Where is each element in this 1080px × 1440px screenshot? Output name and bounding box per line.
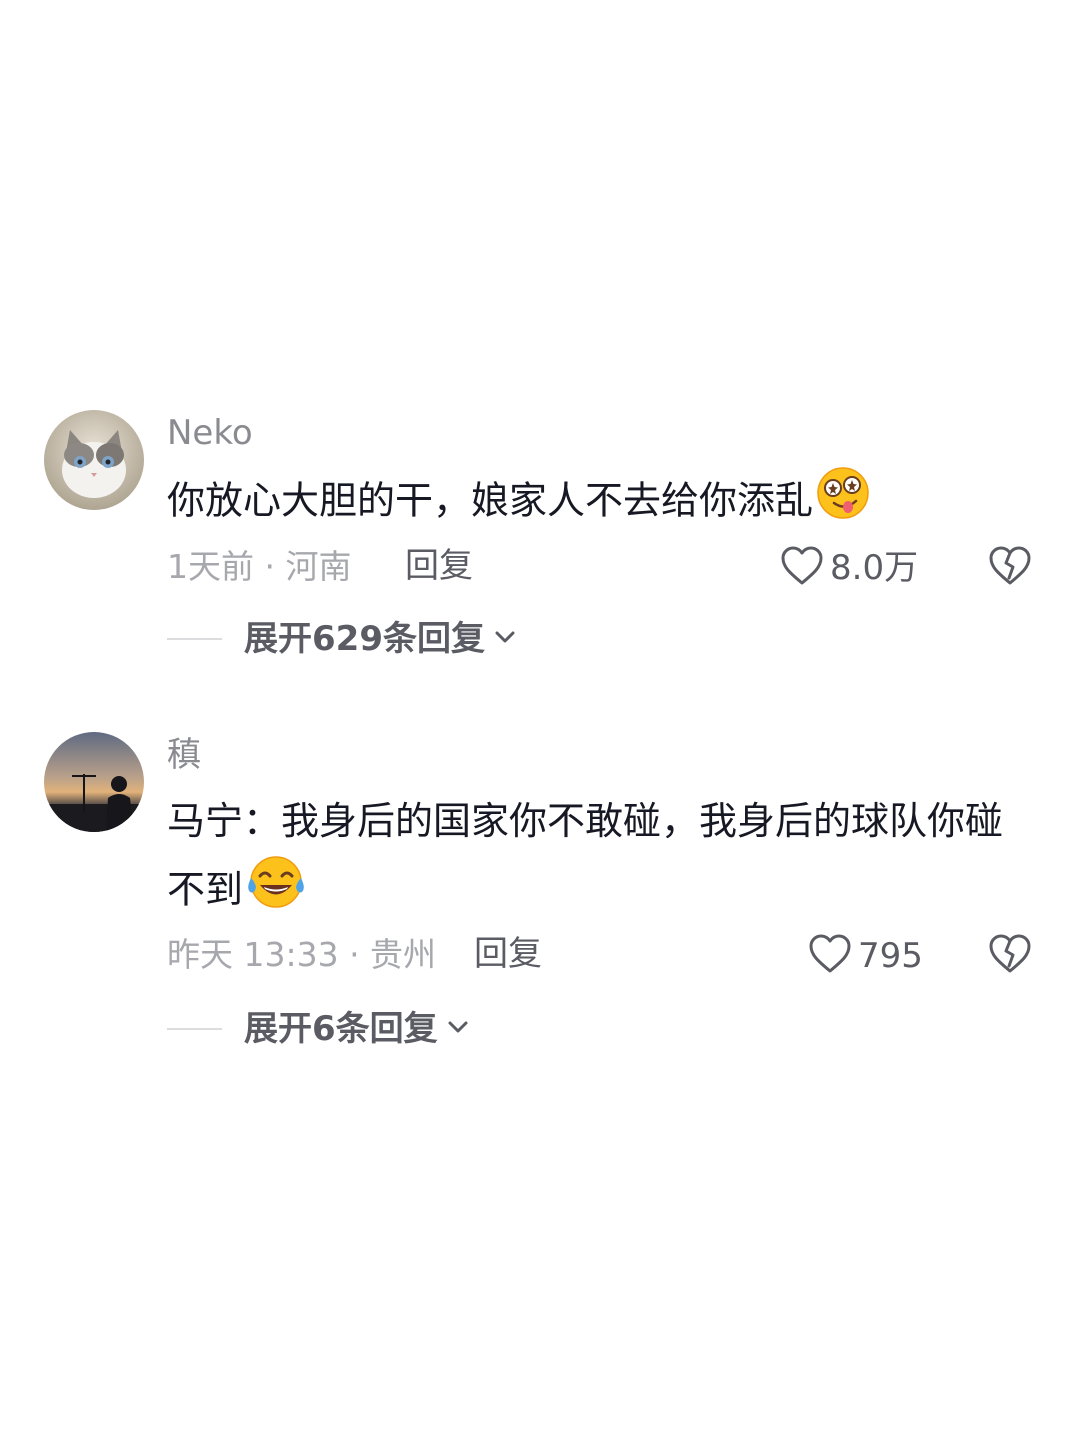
avatar[interactable]: [44, 410, 144, 510]
comment-text-content: 你放心大胆的干，娘家人不去给你添乱: [167, 478, 814, 523]
chevron-down-icon: [446, 1019, 470, 1039]
broken-heart-icon: [988, 546, 1032, 591]
reply-button[interactable]: 回复: [474, 937, 542, 971]
like-button[interactable]: 8.0万: [780, 545, 918, 591]
expand-replies[interactable]: 展开629条回复: [167, 622, 517, 656]
chevron-down-icon: [493, 629, 517, 649]
heart-outline-icon: [808, 933, 852, 979]
drooling-starry-eyed-face-emoji: [815, 465, 871, 541]
expand-replies[interactable]: 展开6条回复: [167, 1012, 470, 1046]
like-count: 795: [858, 936, 923, 976]
broken-heart-icon: [988, 934, 1032, 979]
expand-replies-label: 展开6条回复: [244, 1009, 438, 1049]
heart-outline-icon: [780, 545, 824, 591]
divider: [167, 638, 222, 640]
reply-button[interactable]: 回复: [405, 549, 473, 583]
comment-meta: 昨天 13:33 · 贵州: [167, 935, 437, 974]
username[interactable]: Neko: [167, 416, 253, 450]
divider: [167, 1028, 222, 1030]
comment-text: 马宁：我身后的国家你不敢碰，我身后的球队你碰不到: [167, 788, 1037, 930]
avatar[interactable]: [44, 732, 144, 832]
like-count: 8.0万: [830, 548, 919, 588]
comment-text: 你放心大胆的干，娘家人不去给你添乱: [167, 465, 1037, 541]
expand-replies-label: 展开629条回复: [244, 619, 485, 659]
like-button[interactable]: 795: [808, 933, 923, 979]
username[interactable]: 稹: [167, 738, 201, 772]
dislike-button[interactable]: [988, 545, 1032, 591]
dislike-button[interactable]: [988, 933, 1032, 979]
tears-of-joy-emoji: [245, 854, 307, 930]
comment-meta: 1天前 · 河南: [167, 547, 352, 586]
